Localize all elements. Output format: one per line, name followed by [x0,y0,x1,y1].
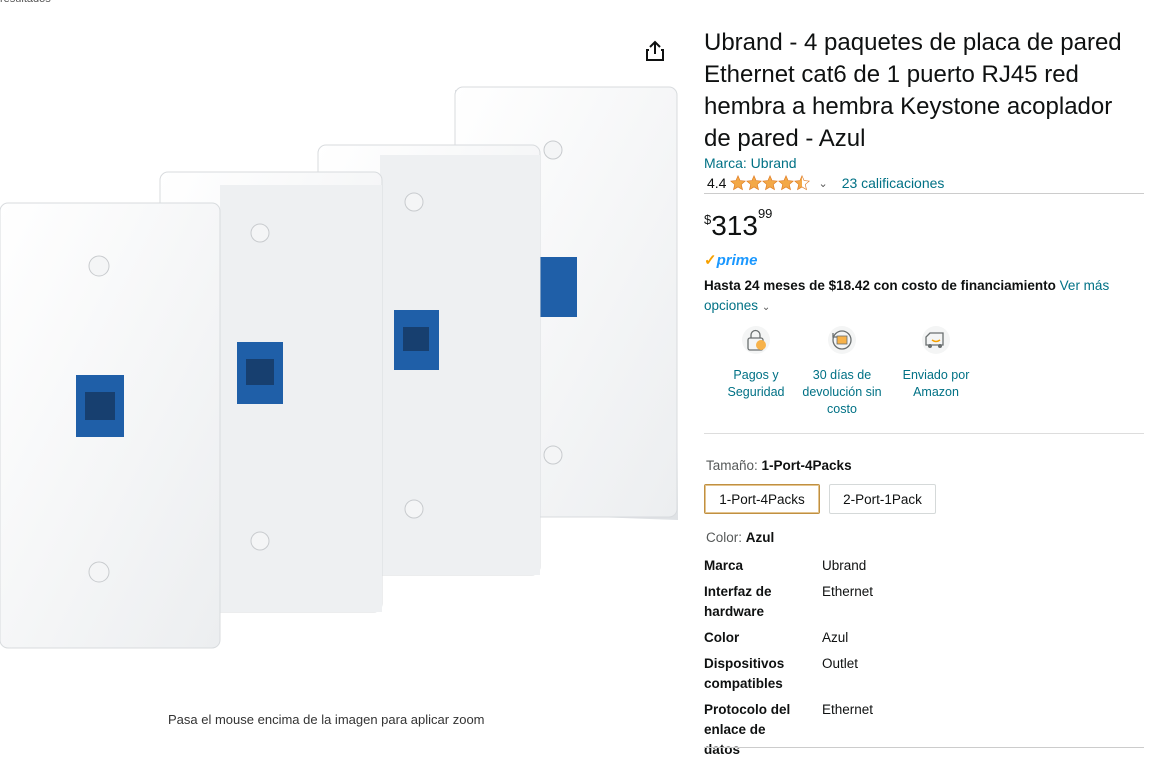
size-selected-value: 1-Port-4Packs [761,458,852,473]
returns-icon [827,325,857,355]
chevron-down-icon[interactable]: ⌄ [762,302,770,313]
secure-payment-icon [741,325,771,355]
chevron-down-icon[interactable]: ⌄ [818,177,827,190]
badge-returns[interactable]: 30 días de devolución sin costo [797,325,887,418]
brand-link[interactable]: Marca: Ubrand [704,155,797,171]
spec-key: Interfaz de hardware [704,584,772,619]
spec-value: Azul [822,630,849,645]
size-label: Tamaño: 1-Port-4Packs [706,458,852,473]
spec-key: Color [704,630,740,645]
spec-key: Protocolo del enlace de datos [704,702,791,757]
badge-label[interactable]: Pagos y Seguridad [712,367,800,401]
half-star-icon [794,175,811,191]
divider [704,433,1144,434]
trust-badges: Pagos y Seguridad 30 días de devolución … [704,325,1144,420]
prime-badge: ✓prime [704,251,757,269]
spec-value: Outlet [822,656,859,671]
prime-label: prime [716,252,758,269]
star-icon [746,175,763,191]
price-symbol: $ [704,212,712,227]
color-label-text: Color: [706,530,746,545]
spec-value: Ubrand [822,558,867,573]
size-option-2-port-1pack[interactable]: 2-Port-1Pack [829,484,936,514]
financing-info: Hasta 24 meses de $18.42 con costo de fi… [704,276,1144,318]
rating-value: 4.4 [707,175,727,191]
star-icon [762,175,779,191]
rating-row: 4.4 ⌄ 23 calificaciones [707,175,944,191]
color-value: Azul [745,530,775,545]
delivery-truck-icon [921,325,951,355]
spec-value: Ethernet [822,584,874,599]
spec-key: Marca [704,558,744,573]
divider [704,747,1144,748]
badge-secure-payment[interactable]: Pagos y Seguridad [712,325,800,401]
star-icon [778,175,795,191]
color-label: Color: Azul [706,530,774,545]
spec-value: Ethernet [822,702,874,717]
badge-label[interactable]: Enviado por Amazon [892,367,980,401]
wall-plates-illustration [0,86,678,649]
spec-key: Dispositivos compatibles [704,656,785,691]
breadcrumb[interactable]: resultados [0,0,51,5]
divider [704,193,1144,194]
wall-plate-1 [0,202,221,649]
price-whole: 313 [711,210,758,241]
size-option-1-port-4packs[interactable]: 1-Port-4Packs [704,484,820,514]
price-fraction: 99 [757,206,773,221]
star-rating[interactable] [730,175,811,191]
badge-label[interactable]: 30 días de devolución sin costo [797,367,887,418]
zoom-hint: Pasa el mouse encima de la imagen para a… [168,712,485,727]
price: $31399 [704,206,772,242]
badge-shipped-by-amazon[interactable]: Enviado por Amazon [892,325,980,401]
ratings-count-link[interactable]: 23 calificaciones [842,175,945,191]
star-icon [730,175,747,191]
size-label-text: Tamaño: [706,458,762,473]
product-title: Ubrand - 4 paquetes de placa de pared Et… [704,29,1122,152]
financing-text: Hasta 24 meses de $18.42 con costo de fi… [704,278,1056,293]
product-image[interactable] [0,15,680,705]
prime-check-icon: ✓ [704,252,717,269]
share-icon[interactable] [645,40,665,64]
